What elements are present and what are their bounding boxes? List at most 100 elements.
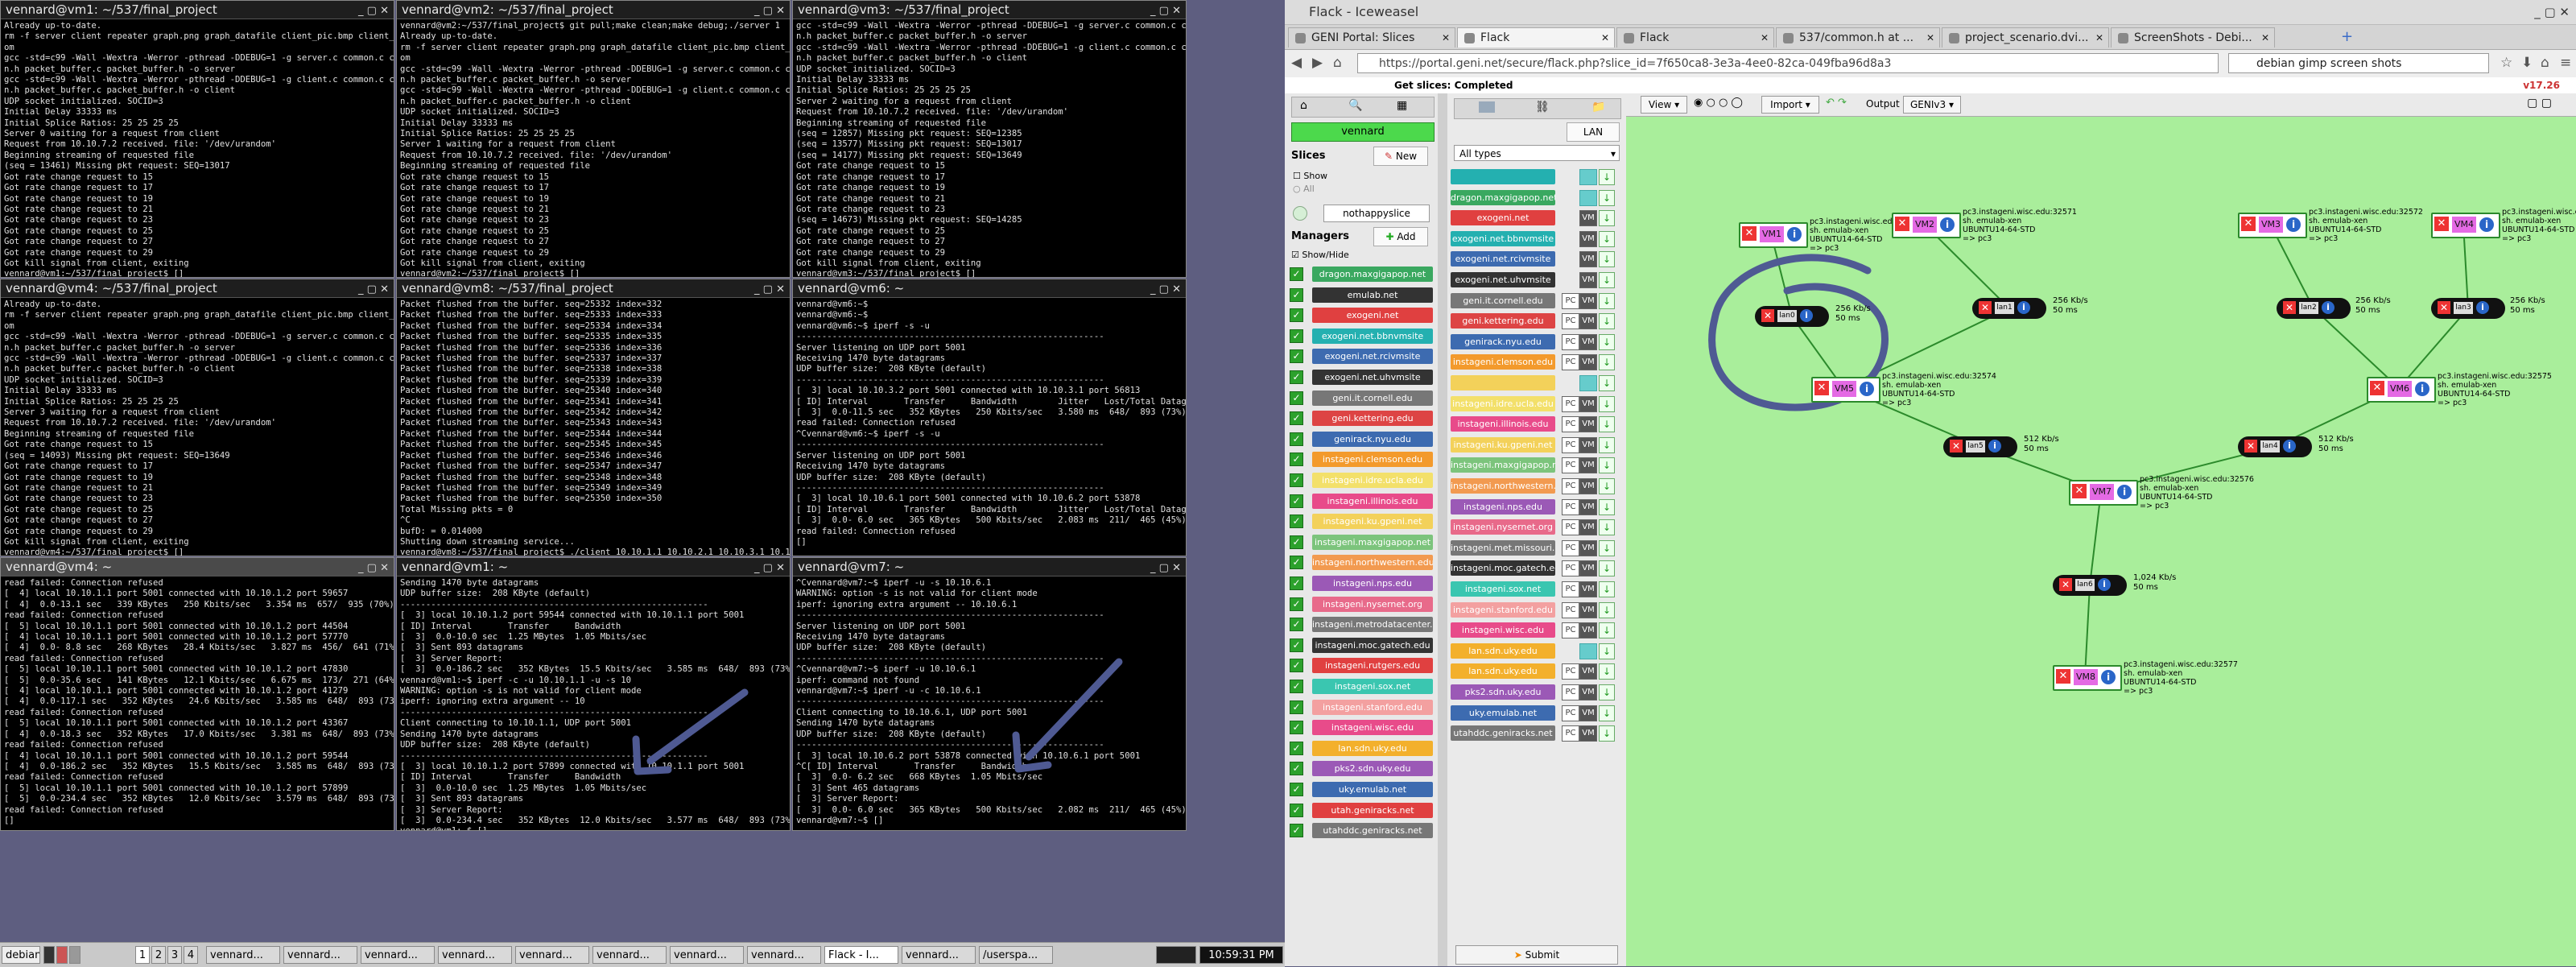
home-tool-icon[interactable]: ⌂ (1300, 99, 1307, 112)
manager-checkbox[interactable]: ✓ (1290, 308, 1303, 323)
resource-item[interactable] (1451, 375, 1555, 391)
info-icon[interactable]: i (2283, 440, 2296, 453)
remove-node-icon[interactable]: ✕ (2434, 217, 2449, 231)
manager-checkbox[interactable]: ✓ (1290, 494, 1303, 508)
manager-checkbox[interactable]: ✓ (1290, 721, 1303, 735)
resource-item[interactable]: lan.sdn.uky.edu (1451, 663, 1555, 680)
terminal-output[interactable]: vennard@vm2:~/537/final_project$ git pul… (397, 19, 790, 277)
add-to-canvas-icon[interactable]: ↓ (1599, 395, 1615, 412)
remove-lan-icon[interactable]: ✕ (1950, 440, 1963, 453)
collapse-strip[interactable] (1438, 93, 1447, 966)
manager-item[interactable]: instageni.metrodatacenter.com (1312, 617, 1433, 633)
downloads-icon[interactable]: ⬇ (2521, 55, 2533, 71)
back-button[interactable]: ◀ (1291, 55, 1302, 71)
manager-item[interactable]: instageni.idre.ucla.edu (1312, 473, 1433, 488)
manager-checkbox[interactable]: ✓ (1290, 473, 1303, 487)
resource-item[interactable]: lan.sdn.uky.edu (1451, 643, 1555, 659)
manager-item[interactable]: instageni.illinois.edu (1312, 493, 1433, 509)
resource-item[interactable]: instageni.stanford.edu (1451, 601, 1555, 618)
add-to-canvas-icon[interactable]: ↓ (1599, 436, 1615, 453)
add-to-canvas-icon[interactable]: ↓ (1599, 725, 1615, 742)
resource-item[interactable]: instageni.wisc.edu (1451, 622, 1555, 638)
manager-item[interactable]: instageni.clemson.edu (1312, 452, 1433, 468)
vm-button[interactable]: VM (1579, 292, 1597, 309)
terminal-window-controls[interactable]: _ ▢ ✕ (754, 281, 785, 297)
vm-button[interactable]: VM (1579, 539, 1597, 556)
manager-item[interactable]: instageni.wisc.edu (1312, 720, 1433, 736)
vm-button[interactable]: VM (1579, 725, 1597, 742)
vm-button[interactable]: VM (1579, 663, 1597, 680)
remove-lan-icon[interactable]: ✕ (1761, 309, 1774, 322)
vm-button[interactable]: VM (1579, 478, 1597, 494)
tab-close-icon[interactable]: ✕ (1442, 28, 1450, 48)
resource-item[interactable]: instageni.illinois.edu (1451, 416, 1555, 432)
vm-node[interactable]: ✕ VM3 i (2238, 213, 2307, 238)
terminal-window-controls[interactable]: _ ▢ ✕ (358, 281, 389, 297)
vm-button[interactable]: VM (1579, 622, 1597, 639)
pc-button[interactable]: PC (1562, 705, 1579, 721)
pc-button[interactable]: PC (1562, 436, 1579, 453)
home-button[interactable]: ⌂ (1333, 55, 1342, 71)
terminal-window-controls[interactable]: _ ▢ ✕ (754, 560, 785, 576)
info-icon[interactable]: i (1988, 440, 2001, 453)
vm-button[interactable]: VM (1579, 601, 1597, 618)
taskbar-item[interactable]: vennard... (206, 946, 280, 964)
taskbar-item[interactable]: /userspa... (979, 946, 1053, 964)
remove-lan-icon[interactable]: ✕ (2438, 301, 2450, 314)
pc-button[interactable]: PC (1562, 684, 1579, 700)
taskbar-item[interactable]: vennard... (438, 946, 512, 964)
manager-checkbox[interactable]: ✓ (1290, 453, 1303, 467)
lan-node[interactable]: ✕ lan6 i (2053, 575, 2127, 596)
add-lan-button[interactable]: LAN (1567, 122, 1620, 142)
terminal-window[interactable]: vennard@vm1: ~/537/final_project _ ▢ ✕ Alr… (0, 0, 394, 278)
vm-button[interactable]: VM (1579, 272, 1597, 288)
vm-button[interactable]: VM (1579, 436, 1597, 453)
taskbar-item[interactable]: vennard... (592, 946, 667, 964)
pc-button[interactable]: PC (1562, 519, 1579, 536)
vm-button[interactable]: VM (1579, 251, 1597, 268)
resource-item[interactable]: geni.kettering.edu (1451, 313, 1555, 329)
resource-item[interactable]: instageni.northwestern.edu (1451, 478, 1555, 494)
menu-icon[interactable]: ≡ (2560, 55, 2571, 71)
resource-item[interactable]: instageni.sox.net (1451, 581, 1555, 597)
manager-checkbox[interactable]: ✓ (1290, 535, 1303, 549)
files-launcher-icon[interactable] (69, 946, 80, 964)
terminal-window[interactable]: vennard@vm2: ~/537/final_project _ ▢ ✕ ven… (396, 0, 791, 278)
pc-button[interactable]: PC (1562, 560, 1579, 577)
new-slice-button[interactable]: ✎ New (1373, 147, 1428, 166)
add-to-canvas-icon[interactable]: ↓ (1599, 601, 1615, 618)
pc-button[interactable]: PC (1562, 457, 1579, 474)
vm-button[interactable]: VM (1579, 354, 1597, 371)
terminal-window[interactable]: vennard@vm3: ~/537/final_project _ ▢ ✕ gcc… (792, 0, 1187, 278)
vm-node[interactable]: ✕ VM4 i (2431, 213, 2500, 238)
resource-item[interactable]: instageni.idre.ucla.edu (1451, 395, 1555, 411)
add-to-canvas-icon[interactable]: ↓ (1599, 210, 1615, 227)
resource-item[interactable]: exogeni.net.uhvmsite (1451, 272, 1555, 287)
start-button[interactable]: debian (2, 946, 40, 964)
terminal-window-controls[interactable]: _ ▢ ✕ (1150, 2, 1181, 19)
manager-item[interactable]: instageni.nysernet.org (1312, 596, 1433, 612)
taskbar-item[interactable]: vennard... (747, 946, 821, 964)
info-icon[interactable]: i (2098, 578, 2111, 591)
manager-checkbox[interactable]: ✓ (1290, 618, 1303, 632)
pc-button[interactable]: PC (1562, 581, 1579, 597)
manager-item[interactable]: dragon.maxgigapop.net (1312, 267, 1433, 282)
new-tab-button[interactable]: + (2341, 28, 2353, 45)
search-icon[interactable]: 🔍 (1348, 99, 1362, 112)
manager-item[interactable]: instageni.stanford.edu (1312, 699, 1433, 715)
add-to-canvas-icon[interactable]: ↓ (1599, 663, 1615, 680)
taskbar-item[interactable]: vennard... (902, 946, 976, 964)
manager-item[interactable]: exogeni.net (1312, 308, 1433, 324)
add-to-canvas-icon[interactable]: ↓ (1599, 498, 1615, 515)
pc-button[interactable]: PC (1562, 498, 1579, 515)
tab-close-icon[interactable]: ✕ (2261, 28, 2269, 48)
manager-item[interactable]: geni.kettering.edu (1312, 411, 1433, 427)
all-filter[interactable]: ○ All (1293, 184, 1315, 194)
vm-button[interactable]: VM (1579, 457, 1597, 474)
manager-checkbox[interactable]: ✓ (1290, 329, 1303, 343)
taskbar-item[interactable]: vennard... (515, 946, 589, 964)
manager-checkbox[interactable]: ✓ (1290, 700, 1303, 714)
manager-item[interactable]: instageni.moc.gatech.edu (1312, 637, 1433, 653)
lan-node[interactable]: ✕ lan1 i (1972, 298, 2046, 319)
vm-node[interactable]: ✕ VM7 i (2069, 480, 2138, 506)
